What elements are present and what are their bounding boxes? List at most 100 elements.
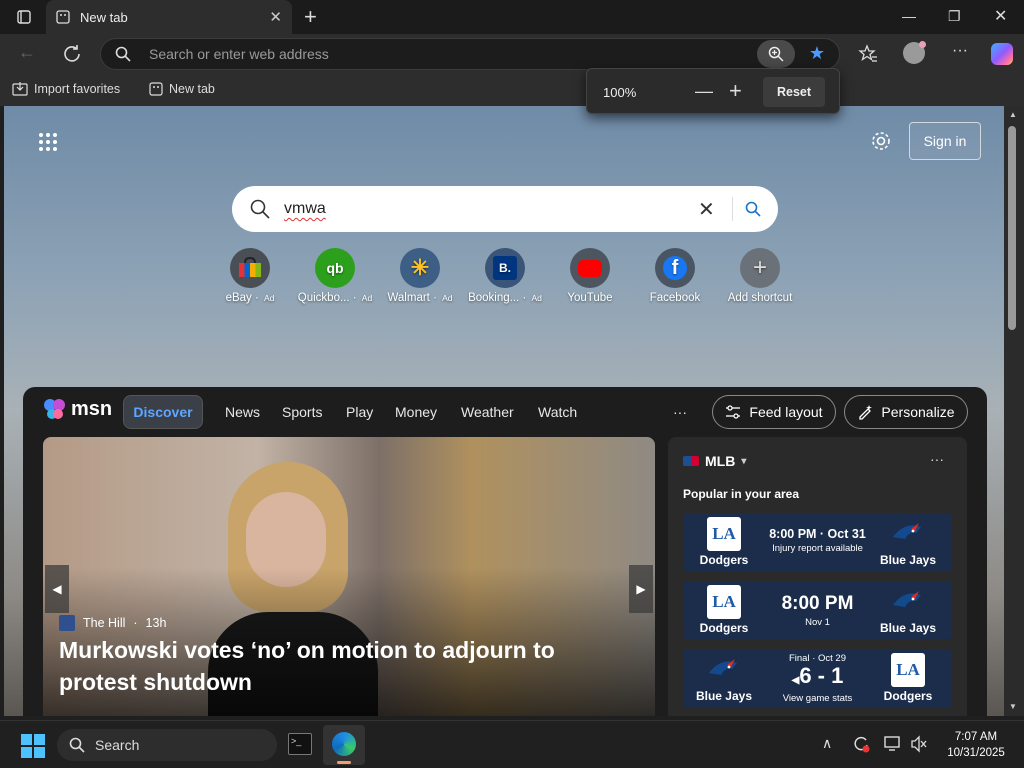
close-tab-icon[interactable]: ✕	[269, 8, 282, 26]
hero-story[interactable]: ◀ ▶ The Hill · 13h Murkowski votes ‘no’ …	[43, 437, 655, 716]
tab-play[interactable]: Play	[346, 404, 373, 420]
tab-title: New tab	[80, 9, 128, 25]
more-tabs-button[interactable]: ···	[673, 404, 687, 420]
edge-app-button[interactable]	[323, 725, 365, 765]
zoom-popup: 100% — + Reset	[586, 68, 840, 114]
shortcut-add[interactable]: + Add shortcut	[718, 248, 802, 304]
show-hidden-icons-button[interactable]: ∧	[822, 735, 832, 752]
apps-launcher-icon[interactable]	[38, 132, 58, 152]
display-network-icon[interactable]	[884, 735, 902, 753]
tab-discover[interactable]: Discover	[123, 395, 203, 429]
zoom-reset-button[interactable]: Reset	[763, 77, 825, 107]
game-card[interactable]: LA Dodgers 8:00 PM Nov 1 Blue Jays	[683, 581, 952, 639]
bookmark-new-tab[interactable]: New tab	[149, 82, 215, 96]
next-story-button[interactable]: ▶	[629, 565, 653, 613]
story-headline[interactable]: Murkowski votes ‘no’ on motion to adjour…	[59, 634, 619, 698]
shortcut-ebay[interactable]: eBay · Ad	[208, 248, 292, 304]
ad-badge: Ad	[264, 293, 275, 303]
taskbar-search-label: Search	[95, 737, 140, 753]
team-right: Blue Jays	[873, 517, 943, 567]
feed-nav: msn Discover News Sports Play Money Weat…	[23, 395, 987, 429]
system-clock[interactable]: 7:07 AM 10/31/2025	[934, 729, 1018, 761]
tab-actions-icon[interactable]	[17, 10, 31, 24]
story-source: The Hill · 13h	[59, 615, 166, 631]
search-icon	[250, 199, 270, 219]
shortcut-facebook[interactable]: f Facebook	[633, 248, 717, 304]
volume-muted-icon[interactable]	[910, 735, 928, 753]
mlb-logo-icon	[683, 456, 699, 466]
scroll-down-icon[interactable]: ▼	[1009, 702, 1017, 711]
favorite-star-icon[interactable]: ★	[809, 43, 825, 64]
msn-logo[interactable]: msn	[43, 397, 112, 421]
web-search-box[interactable]: vmwa ✕	[232, 186, 778, 232]
game-note: Nov 1	[805, 617, 830, 628]
page-settings-icon[interactable]	[870, 130, 892, 152]
league-name: MLB	[705, 453, 736, 469]
clock-time: 7:07 AM	[954, 731, 998, 743]
tab-watch[interactable]: Watch	[538, 404, 577, 420]
sliders-icon	[726, 405, 741, 419]
tab-new-tab[interactable]: New tab ✕	[46, 0, 292, 34]
game-note: Injury report available	[772, 543, 863, 554]
search-query-text: vmwa	[284, 200, 326, 217]
address-bar[interactable]: Search or enter web address ★	[100, 38, 840, 70]
tab-money[interactable]: Money	[395, 404, 437, 420]
source-name: The Hill	[83, 616, 126, 630]
minimize-button[interactable]: —	[902, 8, 916, 24]
card-more-button[interactable]: ···	[930, 451, 944, 467]
personalize-label: Personalize	[881, 404, 955, 420]
shortcut-booking[interactable]: B. Booking... · Ad	[463, 248, 547, 304]
game-card[interactable]: Blue Jays Final · Oct 29 ◀6 - 1 View gam…	[683, 649, 952, 707]
walmart-spark-icon: ✳	[400, 248, 440, 288]
scroll-up-icon[interactable]: ▲	[1009, 110, 1017, 119]
shortcut-label: Quickbo...	[297, 292, 350, 304]
windows-start-icon[interactable]	[21, 734, 45, 758]
zoom-in-button[interactable]: +	[729, 78, 742, 104]
favorites-icon[interactable]	[858, 44, 878, 64]
team-right: LA Dodgers	[873, 653, 943, 703]
sync-status-icon[interactable]	[852, 735, 870, 753]
blue-jays-logo-icon	[891, 585, 925, 619]
close-window-button[interactable]: ✕	[994, 6, 1007, 26]
team-right: Blue Jays	[873, 585, 943, 635]
shortcut-label: Booking...	[468, 292, 520, 304]
tab-news[interactable]: News	[225, 404, 260, 420]
ad-badge: Ad	[361, 293, 373, 303]
bookmark-import-favorites[interactable]: Import favorites	[12, 82, 120, 96]
prev-story-button[interactable]: ◀	[45, 565, 69, 613]
submit-search-icon[interactable]	[745, 201, 761, 217]
booking-icon: B.	[485, 248, 525, 288]
team-left: LA Dodgers	[689, 517, 759, 567]
clear-search-icon[interactable]: ✕	[698, 197, 715, 222]
navigation-toolbar: ← Search or enter web address ★ ···	[0, 34, 1024, 74]
settings-more-button[interactable]: ···	[952, 42, 968, 60]
zoom-indicator-button[interactable]	[757, 40, 795, 68]
new-tab-button[interactable]: +	[304, 4, 317, 30]
favorites-bar: Import favorites New tab	[0, 74, 1024, 106]
back-button[interactable]: ←	[18, 42, 36, 63]
page-scrollbar[interactable]: ▲ ▼	[1004, 106, 1024, 716]
shortcut-walmart[interactable]: ✳ Walmart · Ad	[378, 248, 462, 304]
refresh-button[interactable]	[62, 44, 82, 64]
terminal-app-icon[interactable]: >_	[288, 733, 312, 755]
shortcut-label: eBay	[225, 292, 252, 304]
bookmark-label: Import favorites	[34, 82, 121, 96]
zoom-in-icon	[768, 46, 784, 62]
tab-sports[interactable]: Sports	[282, 404, 322, 420]
sign-in-button[interactable]: Sign in	[909, 122, 981, 160]
zoom-out-button[interactable]: —	[695, 81, 713, 102]
feed-layout-button[interactable]: Feed layout	[712, 395, 836, 429]
restore-button[interactable]: ❐	[948, 8, 961, 25]
taskbar-search[interactable]: Search	[57, 729, 277, 761]
shortcut-label: Walmart	[387, 292, 430, 304]
tab-weather[interactable]: Weather	[461, 404, 514, 420]
msn-feed: msn Discover News Sports Play Money Weat…	[23, 387, 987, 716]
title-bar: New tab ✕ + — ❐ ✕	[0, 0, 1024, 34]
personalize-button[interactable]: Personalize	[844, 395, 968, 429]
copilot-icon[interactable]	[991, 43, 1013, 65]
shortcut-quickbooks[interactable]: qb Quickbo... · Ad	[293, 248, 377, 304]
scrollbar-thumb[interactable]	[1008, 126, 1016, 330]
shortcut-youtube[interactable]: YouTube	[548, 248, 632, 304]
game-card[interactable]: LA Dodgers 8:00 PM · Oct 31 Injury report…	[683, 513, 952, 571]
league-selector[interactable]: MLB ▾	[683, 453, 746, 469]
